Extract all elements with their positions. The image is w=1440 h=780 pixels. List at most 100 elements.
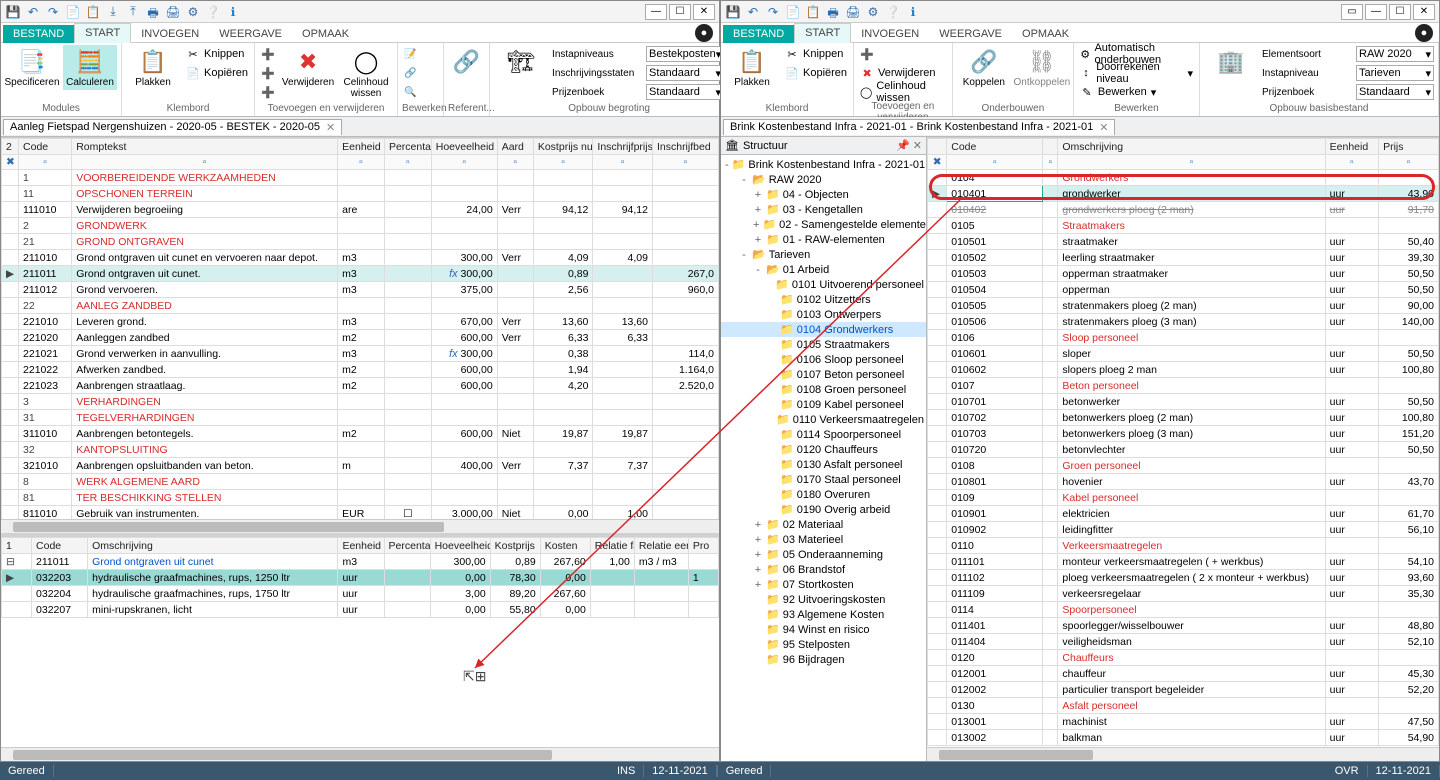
bestek-select[interactable]: Bestekposten▾ [646,46,724,62]
document-tab[interactable]: Brink Kostenbestand Infra - 2021-01 - Br… [723,119,1115,135]
col-header[interactable] [1043,139,1058,155]
table-row[interactable]: 221010Leveren grond.m3670,00Verr13,6013,… [2,314,719,330]
col-header[interactable]: Inschrijfbed [652,139,718,155]
table-row[interactable]: 010505stratenmakers ploeg (2 man)uur90,0… [928,298,1439,314]
filter-cell[interactable]: ▫ [593,155,653,170]
filter-cell[interactable]: ▫ [431,155,497,170]
col-header[interactable]: 2 [2,139,19,155]
table-row[interactable]: 0106Sloop personeel [928,330,1439,346]
knippen-button[interactable]: ✂Knippen [783,45,849,63]
table-row[interactable]: 012002particulier transport begeleideruu… [928,682,1439,698]
tree-node[interactable]: -📂Tarieven [721,247,926,262]
undo-icon[interactable]: ↶ [745,4,761,20]
specificeren-button[interactable]: 📑Specificeren [5,45,59,90]
filter-cell[interactable]: ✖ [2,155,19,170]
tree-node[interactable]: 📁0190 Overig arbeid [721,502,926,517]
ontkoppelen-button[interactable]: ⛓Ontkoppelen [1015,45,1069,90]
table-row[interactable]: 011404veiligheidsmanuur52,10 [928,634,1439,650]
tree-node[interactable]: 📁94 Winst en risico [721,622,926,637]
copy-icon[interactable]: 📋 [805,4,821,20]
table-row[interactable]: 011102ploeg verkeersmaatregelen ( 2 x mo… [928,570,1439,586]
cost-grid[interactable]: CodeOmschrijvingEenheidPrijs✖▫▫▫▫▫0104Gr… [927,137,1439,747]
table-row[interactable]: 010601sloperuur50,50 [928,346,1439,362]
filter-cell[interactable]: ▫ [384,155,431,170]
table-row[interactable]: 0130Asfalt personeel [928,698,1439,714]
table-row[interactable]: 11OPSCHONEN TERREIN [2,186,719,202]
close-button[interactable]: ✕ [693,4,715,20]
tree-node[interactable]: 📁0114 Spoorpersoneel [721,427,926,442]
table-row[interactable]: 012001chauffeuruur45,30 [928,666,1439,682]
tree-node[interactable]: +📁07 Stortkosten [721,577,926,592]
table-row[interactable]: 011401spoorlegger/wisselbouweruur48,80 [928,618,1439,634]
filter-cell[interactable]: ▫ [497,155,533,170]
plakken-button[interactable]: 📋Plakken [126,45,180,90]
tree-node[interactable]: -📂01 Arbeid [721,262,926,277]
tree-node[interactable]: 📁0104 Grondwerkers [721,322,926,337]
col-header[interactable]: Prijs [1379,139,1439,155]
table-row[interactable]: 1VOORBEREIDENDE WERKZAAMHEDEN [2,170,719,186]
col-header[interactable]: Kosten [540,538,590,554]
tree-node[interactable]: 📁0106 Sloop personeel [721,352,926,367]
tab-invoegen[interactable]: INVOEGEN [131,25,209,43]
info-icon[interactable]: ℹ [905,4,921,20]
tree-node[interactable]: 📁0109 Kabel personeel [721,397,926,412]
table-row[interactable]: 0109Kabel personeel [928,490,1439,506]
celinhoud-button[interactable]: ◯Celinhoud wissen [339,45,393,101]
tab-weergave[interactable]: WEERGAVE [209,25,292,43]
close-tab-icon[interactable]: ✕ [326,121,335,134]
maximize-button[interactable]: ☐ [1389,4,1411,20]
calculeren-button[interactable]: 🧮Calculeren [63,45,117,90]
elem-select[interactable]: RAW 2020▾ [1356,46,1434,62]
info-icon[interactable]: ℹ [225,4,241,20]
table-row[interactable]: 211010Grond ontgraven uit cunet en vervo… [2,250,719,266]
col-header[interactable]: Hoeveelheid [430,538,490,554]
referent-button[interactable]: 🔗 [448,45,485,79]
kopieren-button[interactable]: 📄Kopiëren [184,64,250,82]
table-row[interactable]: 21GROND ONTGRAVEN [2,234,719,250]
printpreview-icon[interactable]: 🖨 [165,4,181,20]
save-icon[interactable]: 💾 [725,4,741,20]
tree-node[interactable]: 📁93 Algemene Kosten [721,607,926,622]
table-row[interactable]: ▶211011Grond ontgraven uit cunet.m3fx 30… [2,266,719,282]
insert-row2-icon[interactable]: ➕ [259,64,277,82]
close-tab-icon[interactable]: ✕ [1099,121,1108,134]
table-row[interactable]: 0120Chauffeurs [928,650,1439,666]
tree-node[interactable]: 📁0180 Overuren [721,487,926,502]
table-row[interactable]: 010703betonwerkers ploeg (3 man)uur151,2… [928,426,1439,442]
edit3-icon[interactable]: 🔍 [402,83,418,101]
tree-node[interactable]: +📁03 - Kengetallen [721,202,926,217]
maximize-button[interactable]: ☐ [669,4,691,20]
filter-cell[interactable]: ▫ [652,155,718,170]
col-header[interactable]: Code [19,139,72,155]
knippen-button[interactable]: ✂Knippen [184,45,250,63]
col-header[interactable]: Pro [688,538,718,554]
filter-cell[interactable]: ▫ [1058,155,1325,170]
table-row[interactable]: ▶032203hydraulische graafmachines, rups,… [2,570,719,586]
insert-row3-icon[interactable]: ➕ [259,83,277,101]
tree-node[interactable]: 📁0130 Asfalt personeel [721,457,926,472]
tree-node[interactable]: 📁0108 Groen personeel [721,382,926,397]
table-row[interactable]: ⊟211011Grond ontgraven uit cunetm3300,00… [2,554,719,570]
tree-node[interactable]: 📁0107 Beton personeel [721,367,926,382]
tree-node[interactable]: 📁0120 Chauffeurs [721,442,926,457]
table-row[interactable]: 321010Aanbrengen opsluitbanden van beton… [2,458,719,474]
tree-node[interactable]: -📂RAW 2020 [721,172,926,187]
new-icon[interactable]: 📄 [785,4,801,20]
table-row[interactable]: 811010Gebruik van instrumenten.EUR☐3.000… [2,506,719,520]
tab-opmaak[interactable]: OPMAAK [292,25,359,43]
detail-grid[interactable]: 1CodeOmschrijvingEenheidPercentaHoeveelh… [1,537,719,747]
col-header[interactable]: Kostprijs [490,538,540,554]
copy-icon[interactable]: 📋 [85,4,101,20]
table-row[interactable]: 221020Aanleggen zandbedm2600,00Verr6,336… [2,330,719,346]
main-grid[interactable]: 2CodeRomptekstEenheidPercentaHoeveelheid… [1,137,719,519]
col-header[interactable]: Percenta [384,538,430,554]
col-header[interactable]: Eenheid [338,139,385,155]
table-row[interactable]: 22AANLEG ZANDBED [2,298,719,314]
tree-node[interactable]: 📁0103 Ontwerpers [721,307,926,322]
tree-node[interactable]: +📁01 - RAW-elementen [721,232,926,247]
col-header[interactable]: Kostprijs nulpost [533,139,593,155]
import-icon[interactable]: ⤒ [125,4,141,20]
table-row[interactable]: 221021Grond verwerken in aanvulling.m3fx… [2,346,719,362]
opbouw-icon[interactable]: 🏗 [494,45,548,79]
filter-cell[interactable]: ▫ [533,155,593,170]
